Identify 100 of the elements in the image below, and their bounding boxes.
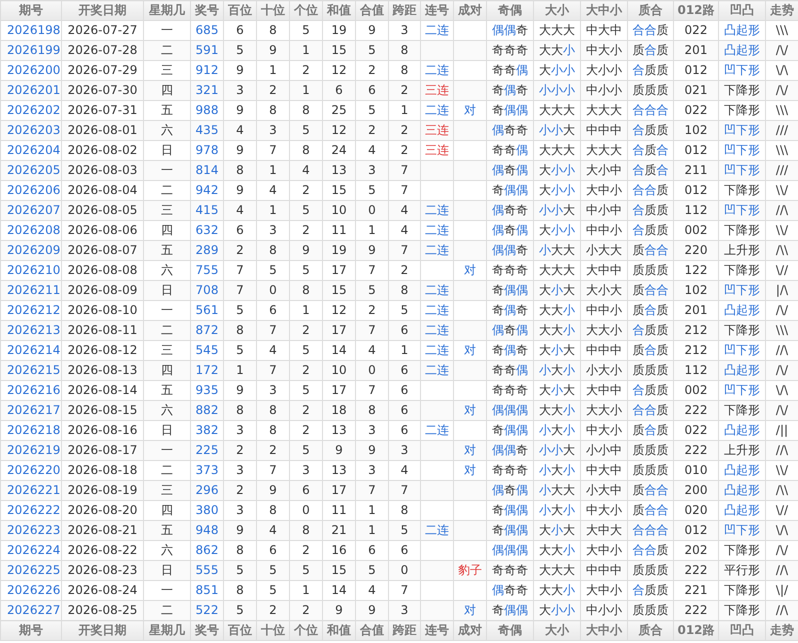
table-cell: 偶奇奇 (486, 120, 534, 140)
table-cell: 二 (144, 40, 190, 60)
table-cell: 0 (356, 360, 388, 380)
table-cell: 大大小 (534, 40, 580, 60)
table-cell: 4 (256, 520, 290, 540)
table-cell: /\/ (766, 80, 798, 100)
table-cell: 102 (674, 280, 718, 300)
column-header: 连号 (420, 620, 454, 640)
table-cell: /\\ (766, 240, 798, 260)
table-cell: 15 (322, 280, 356, 300)
table-cell: /// (766, 160, 798, 180)
column-header: 开奖日期 (62, 620, 144, 640)
table-cell: 2026-08-25 (62, 600, 144, 620)
table-cell: 3 (224, 80, 256, 100)
table-cell: 凹下形 (718, 520, 766, 540)
table-cell: 222 (674, 560, 718, 580)
table-cell: 2026-08-19 (62, 480, 144, 500)
table-cell: 2026-08-05 (62, 200, 144, 220)
table-cell: 小小小 (534, 80, 580, 100)
column-header: 个位 (290, 620, 322, 640)
table-cell: 中中中 (580, 560, 628, 580)
table-cell: 日 (144, 280, 190, 300)
column-header: 星期几 (144, 0, 190, 20)
table-cell: 5 (256, 560, 290, 580)
table-cell: 质质质 (628, 440, 674, 460)
table-cell: 9 (256, 40, 290, 60)
table-cell: 13 (322, 160, 356, 180)
table-cell: 下降形 (718, 400, 766, 420)
table-cell: 凸起形 (718, 360, 766, 380)
table-cell: 2026-07-30 (62, 80, 144, 100)
table-cell: //\ (766, 440, 798, 460)
table-cell: 小小大 (534, 120, 580, 140)
table-cell: 凹下形 (718, 160, 766, 180)
table-cell: 12 (322, 120, 356, 140)
table-cell: 大中大 (580, 520, 628, 540)
table-cell: 大小小 (534, 600, 580, 620)
table-cell: 奇偶偶 (486, 520, 534, 540)
table-cell: 对 (454, 600, 486, 620)
table-cell: 9 (356, 600, 388, 620)
table-cell: 8 (224, 400, 256, 420)
table-cell: 7 (356, 320, 388, 340)
table-cell: 5 (290, 440, 322, 460)
table-cell: 2 (256, 600, 290, 620)
table-cell: 9 (256, 480, 290, 500)
table-cell: 5 (224, 560, 256, 580)
column-header: 百位 (224, 0, 256, 20)
column-header: 开奖日期 (62, 0, 144, 20)
table-cell: 7 (224, 280, 256, 300)
table-cell: 1 (356, 520, 388, 540)
table-cell: 7 (256, 320, 290, 340)
table-cell: 5 (290, 560, 322, 580)
table-cell: 三连 (420, 120, 454, 140)
table-cell: 小大大 (580, 240, 628, 260)
table-cell: 1 (224, 360, 256, 380)
table-cell: 5 (356, 560, 388, 580)
table-cell: 3 (388, 600, 420, 620)
table-cell: 8 (224, 320, 256, 340)
table-cell: 凸起形 (718, 480, 766, 500)
table-cell: 0 (256, 280, 290, 300)
table-cell: 质质质 (628, 360, 674, 380)
table-cell: /// (766, 120, 798, 140)
table-cell: 3 (356, 160, 388, 180)
table-cell: 7 (356, 480, 388, 500)
table-cell: 9 (322, 440, 356, 460)
table-cell: 2026-08-23 (62, 560, 144, 580)
table-cell: 17 (322, 480, 356, 500)
table-cell: 下降形 (718, 80, 766, 100)
table-cell: 2026-08-09 (62, 280, 144, 300)
table-cell: 4 (224, 120, 256, 140)
table-cell: 0 (356, 200, 388, 220)
table-cell: 大大小 (580, 320, 628, 340)
table-cell: 3 (256, 120, 290, 140)
table-cell: 奇偶奇 (486, 80, 534, 100)
table-cell: \\\ (766, 320, 798, 340)
column-header: 奇偶 (486, 620, 534, 640)
table-cell: 15 (322, 40, 356, 60)
column-header: 和值 (322, 0, 356, 20)
column-header: 质合 (628, 0, 674, 20)
table-cell: 中大小 (580, 40, 628, 60)
table-cell: 2026-08-01 (62, 120, 144, 140)
table-cell: 2 (256, 80, 290, 100)
table-cell: 6 (322, 80, 356, 100)
table-cell: 5 (290, 200, 322, 220)
table-cell: 2 (224, 480, 256, 500)
table-cell: 三 (144, 480, 190, 500)
table-cell: 二连 (420, 360, 454, 380)
table-cell: 质质质 (628, 560, 674, 580)
table-cell: 下降形 (718, 320, 766, 340)
table-cell: 9 (356, 440, 388, 460)
table-cell: 中中中 (580, 120, 628, 140)
table-cell: 3 (388, 440, 420, 460)
table-cell: 4 (290, 160, 322, 180)
table-cell: 质合质 (628, 40, 674, 60)
table-cell: 8 (256, 400, 290, 420)
table-cell: 6 (388, 360, 420, 380)
table-cell: 9 (224, 520, 256, 540)
table-cell: 质质质 (628, 80, 674, 100)
table-cell: 5 (224, 40, 256, 60)
table-cell: 18 (322, 400, 356, 420)
table-cell: 2026-08-17 (62, 440, 144, 460)
